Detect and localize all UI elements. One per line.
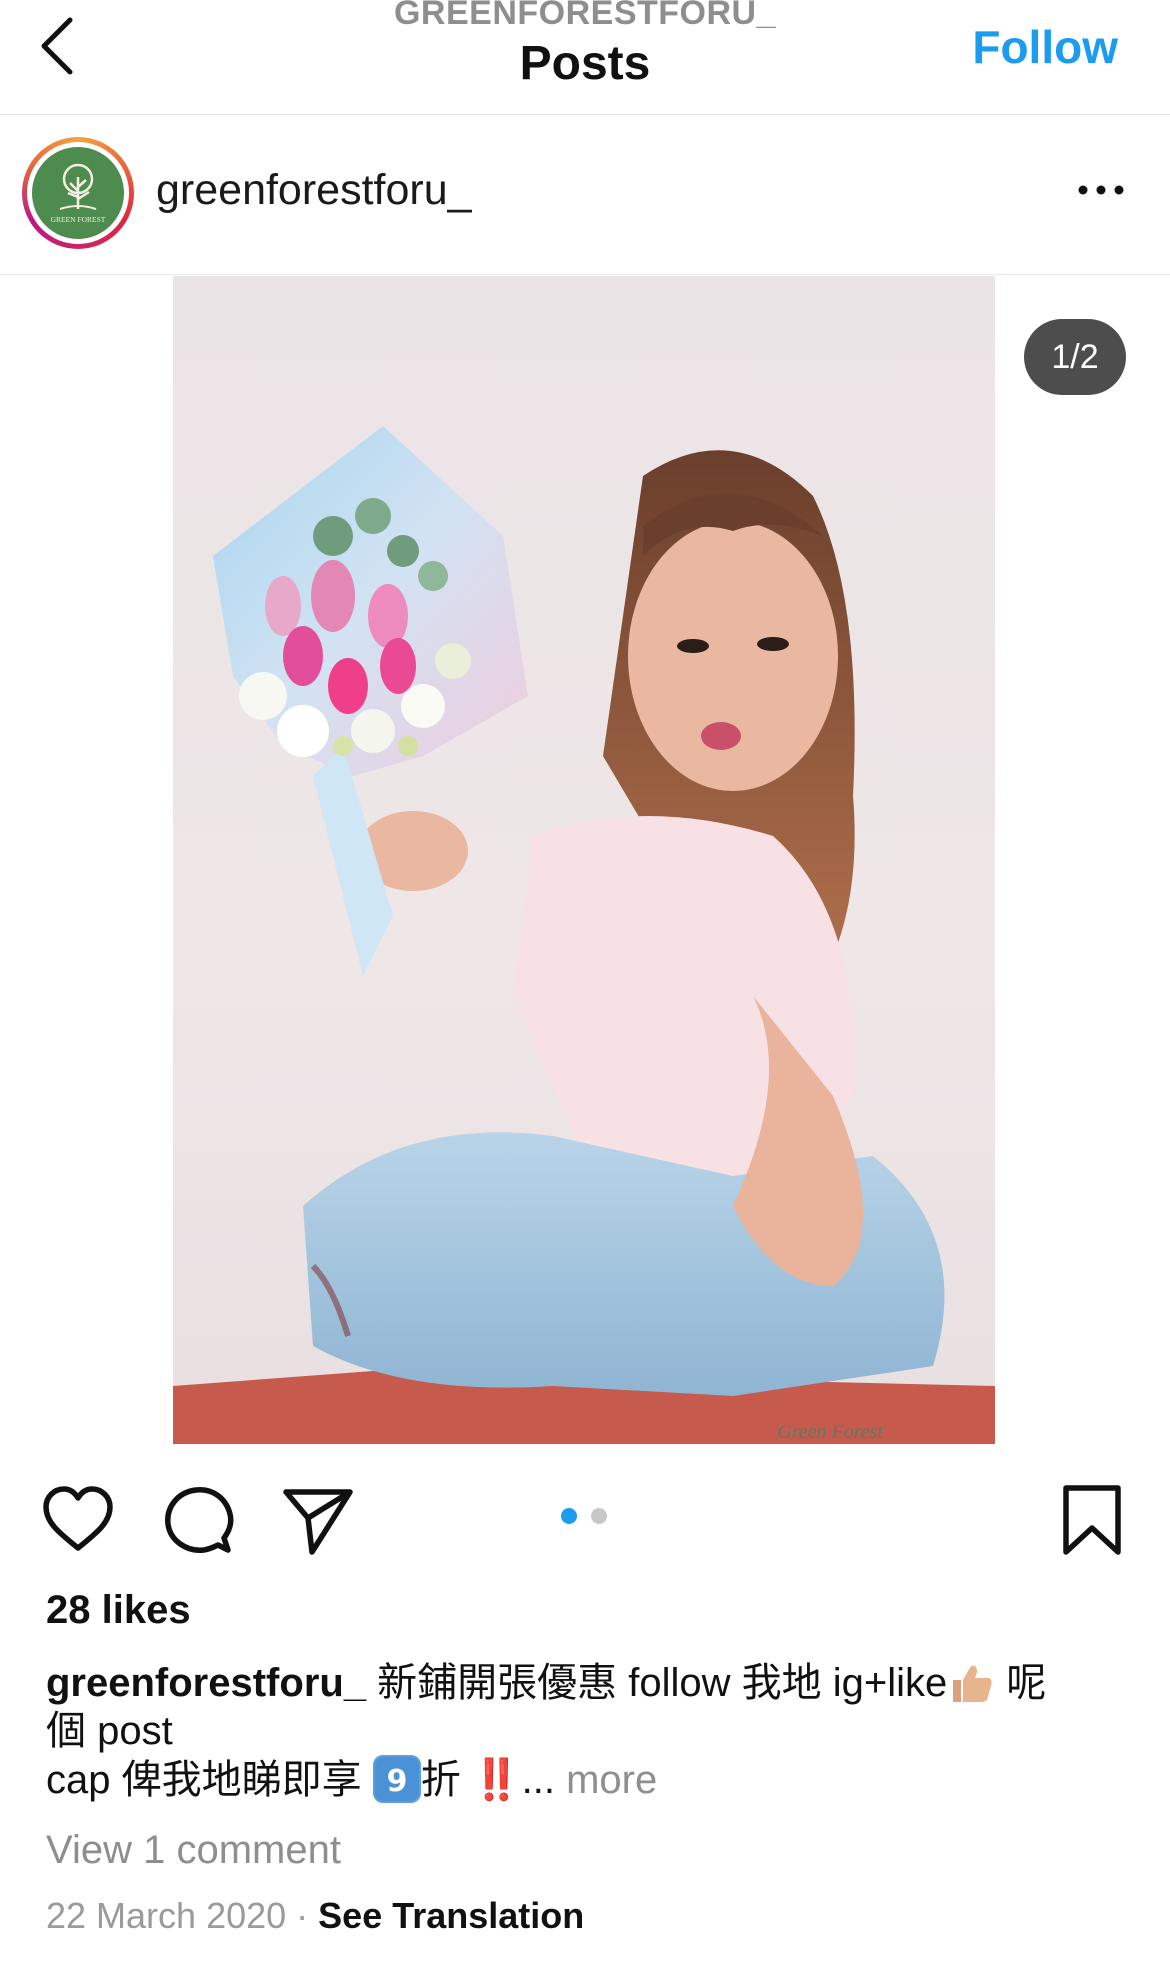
- avatar[interactable]: GREEN FOREST: [32, 147, 124, 239]
- keycap-nine-icon: 9: [372, 1755, 421, 1803]
- see-translation-link[interactable]: See Translation: [318, 1895, 584, 1936]
- double-exclamation-icon: ‼️: [471, 1758, 522, 1802]
- like-count[interactable]: 28 likes: [46, 1588, 191, 1633]
- bookmark-icon: [1063, 1485, 1121, 1555]
- save-button[interactable]: [1052, 1480, 1132, 1560]
- carousel-dot: [591, 1508, 607, 1524]
- ellipsis-icon: [1078, 185, 1124, 195]
- post-photo[interactable]: Green Forest: [173, 276, 995, 1444]
- comment-button[interactable]: [158, 1480, 238, 1560]
- view-comments-link[interactable]: View 1 comment: [46, 1828, 341, 1873]
- paper-plane-icon: [283, 1489, 353, 1555]
- like-button[interactable]: [38, 1480, 118, 1560]
- more-options-button[interactable]: [1076, 180, 1126, 200]
- photo-illustration: Green Forest: [173, 426, 995, 1444]
- separator-dot: ·: [286, 1895, 319, 1936]
- post-username[interactable]: greenforestforu_: [156, 166, 472, 215]
- caption-username[interactable]: greenforestforu_: [46, 1661, 366, 1705]
- top-nav-bar: GREENFORESTFORU_ Posts Follow: [0, 0, 1170, 115]
- carousel-dot-active: [561, 1508, 577, 1524]
- image-counter-badge: 1/2: [1024, 319, 1126, 395]
- divider: [0, 274, 1170, 275]
- follow-button[interactable]: Follow: [972, 20, 1118, 74]
- post-caption: greenforestforu_ 新鋪開張優惠 follow 我地 ig+lik…: [46, 1658, 1126, 1804]
- comment-bubble-icon: [165, 1487, 234, 1553]
- svg-text:GREEN FOREST: GREEN FOREST: [51, 215, 106, 224]
- caption-ellipsis: ...: [521, 1758, 567, 1802]
- caption-text: 折: [420, 1758, 472, 1802]
- post-meta-line: 22 March 2020 · See Translation: [46, 1895, 584, 1937]
- caption-text: 新鋪開張優惠 follow 我地 ig+like: [366, 1661, 948, 1705]
- more-link[interactable]: more: [566, 1758, 657, 1802]
- watermark-text: Green Forest: [777, 1421, 883, 1443]
- caption-text: cap 俾我地睇即享: [46, 1758, 373, 1802]
- tree-logo-icon: GREEN FOREST: [34, 149, 122, 237]
- heart-icon: [43, 1486, 113, 1551]
- share-button[interactable]: [278, 1480, 358, 1560]
- thumbs-up-icon: [947, 1658, 995, 1706]
- caption-text: 個 post: [46, 1709, 173, 1753]
- post-date: 22 March 2020: [46, 1895, 287, 1936]
- svg-text:9: 9: [386, 1764, 407, 1799]
- caption-text: 呢: [995, 1661, 1047, 1705]
